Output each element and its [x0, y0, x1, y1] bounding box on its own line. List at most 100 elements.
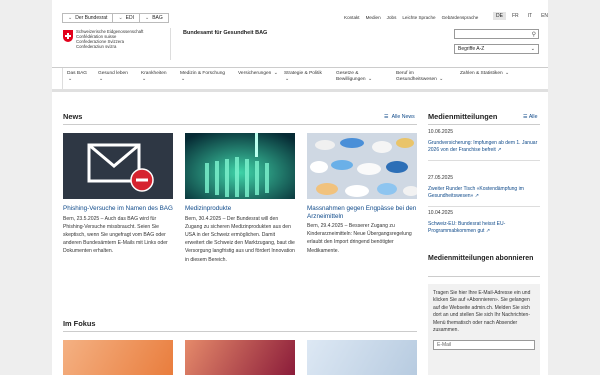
breadcrumb-item-bag[interactable]: ⌄ BAG: [139, 13, 169, 23]
press-heading: Medienmitteilungen: [428, 112, 498, 121]
divider: [428, 276, 540, 277]
news-card-image[interactable]: [307, 133, 417, 199]
press-item[interactable]: 10.06.2025 Grundversicherung: Impfungen …: [428, 129, 540, 161]
chevron-down-icon: ⌄: [68, 76, 73, 82]
press-item[interactable]: 27.05.2025 Zweiter Runder Tisch «Kostend…: [428, 175, 540, 207]
list-icon: ☰: [384, 114, 389, 120]
confederation-logo-text[interactable]: Schweizerische Eidgenossenschaft Confédé…: [76, 29, 143, 49]
nav-label: Medizin & Forschung: [180, 71, 226, 76]
email-placeholder: E-Mail: [437, 342, 452, 349]
nav-versicherungen[interactable]: Versicherungen ⌄: [234, 68, 282, 89]
breadcrumb-item-edi[interactable]: ⌄ EDI: [112, 13, 140, 23]
news-card-title[interactable]: Massnahmen gegen Engpässe bei den Arznei…: [307, 205, 417, 220]
news-card-title[interactable]: Medizinprodukte: [185, 205, 295, 213]
chevron-down-icon: ⌄: [505, 71, 510, 76]
header-divider: [170, 28, 171, 60]
subscribe-box: Tragen Sie hier Ihre E-Mail-Adresse ein …: [428, 284, 540, 375]
lang-en[interactable]: EN: [538, 12, 548, 20]
page: ⌄ Der Bundesrat ⌄ EDI ⌄ BAG Kontakt Medien …: [52, 0, 548, 375]
news-card-image[interactable]: [185, 133, 295, 199]
nav-label: Beruf im Gesundheitswesen: [396, 71, 437, 82]
link-gebaerdensprache[interactable]: Gebärdensprache: [442, 15, 479, 20]
office-name[interactable]: Bundesamt für Gesundheit BAG: [183, 30, 267, 36]
focus-heading: Im Fokus: [63, 319, 96, 328]
chevron-down-icon: ⌄: [285, 76, 290, 82]
news-card-image[interactable]: [63, 133, 173, 199]
all-news-label: Alle News: [391, 114, 415, 120]
chevron-down-icon: ⌄: [145, 15, 150, 21]
press-item[interactable]: 10.04.2025 Schweiz-EU: Bundesrat heisst …: [428, 210, 540, 236]
link-kontakt[interactable]: Kontakt: [344, 15, 360, 20]
terms-select[interactable]: Begriffe A-Z ⌄: [454, 44, 539, 54]
news-card[interactable]: Massnahmen gegen Engpässe bei den Arznei…: [307, 133, 417, 255]
top-bar: ⌄ Der Bundesrat ⌄ EDI ⌄ BAG Kontakt Medien …: [52, 0, 548, 28]
all-news-link[interactable]: ☰ Alle News: [384, 114, 415, 120]
press-link[interactable]: Zweiter Runder Tisch «Kostendämpfung im …: [428, 186, 540, 201]
news-card[interactable]: Medizinprodukte Bern, 30.4.2025 – Der Bu…: [185, 133, 295, 264]
focus-card-image[interactable]: [185, 340, 295, 375]
nav-gesund-leben[interactable]: Gesund leben ⌄: [94, 68, 136, 89]
chevron-down-icon: ⌄: [99, 76, 104, 82]
divider: [63, 124, 417, 125]
all-press-link[interactable]: ☰ Alle: [523, 114, 537, 120]
nav-label: Gesetze & Bewilligungen: [336, 71, 366, 82]
nav-label: Versicherungen: [238, 71, 272, 76]
lang-it[interactable]: IT: [525, 12, 535, 20]
search-input[interactable]: ⚲: [454, 29, 539, 39]
press-link[interactable]: Schweiz-EU: Bundesrat heisst EU-Programm…: [428, 221, 540, 236]
chevron-down-icon: ⌄: [530, 46, 535, 52]
subscribe-heading: Medienmitteilungen abonnieren: [428, 255, 534, 262]
laboratory-image: [185, 133, 295, 199]
nav-beruf-gesundheitswesen[interactable]: Beruf im Gesundheitswesen ⌄: [392, 68, 452, 89]
focus-card-image[interactable]: [63, 340, 173, 375]
focus-card-image[interactable]: [307, 340, 417, 375]
confed-line: Confederaziun svizra: [76, 44, 117, 49]
external-link-icon: ↗: [474, 193, 479, 200]
service-links: Kontakt Medien Jobs Leichte Sprache Gebä…: [344, 15, 478, 20]
swiss-flag-icon[interactable]: [63, 30, 73, 42]
nav-medizin-forschung[interactable]: Medizin & Forschung ⌄: [176, 68, 234, 89]
link-jobs[interactable]: Jobs: [387, 15, 397, 20]
press-date: 10.06.2025: [428, 129, 454, 135]
external-link-icon: ↗: [497, 147, 502, 154]
press-link[interactable]: Grundversicherung: Impfungen ab dem 1. J…: [428, 140, 540, 155]
news-heading: News: [63, 112, 83, 121]
breadcrumb-label: EDI: [125, 15, 134, 21]
divider: [428, 159, 540, 161]
press-date: 10.04.2025: [428, 210, 454, 216]
language-switcher: DE FR IT EN: [493, 12, 548, 20]
nav-label: Krankheiten: [141, 71, 167, 76]
link-leichte-sprache[interactable]: Leichte Sprache: [402, 15, 435, 20]
link-medien[interactable]: Medien: [366, 15, 381, 20]
chevron-down-icon: ⌄: [68, 15, 73, 21]
nav-zahlen-statistiken[interactable]: Zahlen & Statistiken ⌄: [456, 68, 520, 89]
news-card-title[interactable]: Phishing-Versuche im Namen des BAG: [63, 205, 173, 213]
breadcrumb-label: Der Bundesrat: [75, 15, 108, 21]
nav-krankheiten[interactable]: Krankheiten ⌄: [137, 68, 175, 89]
lang-de[interactable]: DE: [493, 12, 506, 20]
breadcrumb-label: BAG: [152, 15, 163, 21]
nav-strategie-politik[interactable]: Strategie & Politik ⌄: [280, 68, 332, 89]
nav-label: Strategie & Politik: [284, 71, 322, 76]
breadcrumb: ⌄ Der Bundesrat ⌄ EDI ⌄ BAG: [62, 13, 169, 23]
press-date: 27.05.2025: [428, 175, 454, 181]
breadcrumb-item-bundesrat[interactable]: ⌄ Der Bundesrat: [62, 13, 114, 23]
search-icon[interactable]: ⚲: [532, 31, 536, 38]
divider: [428, 205, 540, 207]
email-field[interactable]: E-Mail: [433, 340, 535, 351]
news-card-text: Bern, 29.4.2025 – Besserer Zugang zu Kin…: [307, 223, 412, 254]
main-navigation: Das BAG ⌄ Gesund leben ⌄ Krankheiten ⌄ M…: [52, 67, 548, 92]
terms-select-value: Begriffe A-Z: [458, 46, 485, 52]
envelope-icon: [63, 133, 173, 199]
chevron-down-icon: ⌄: [367, 76, 372, 82]
divider: [63, 331, 417, 332]
chevron-down-icon: ⌄: [439, 76, 444, 82]
chevron-down-icon: ⌄: [273, 71, 278, 76]
nav-label: Das BAG: [67, 71, 87, 76]
nav-gesetze-bewilligungen[interactable]: Gesetze & Bewilligungen ⌄: [332, 68, 390, 89]
subscribe-text: Tragen Sie hier Ihre E-Mail-Adresse ein …: [433, 290, 531, 334]
news-card[interactable]: Phishing-Versuche im Namen des BAG Bern,…: [63, 133, 173, 256]
lang-fr[interactable]: FR: [509, 12, 522, 20]
nav-label: Zahlen & Statistiken: [460, 71, 503, 76]
nav-das-bag[interactable]: Das BAG ⌄: [62, 68, 92, 89]
